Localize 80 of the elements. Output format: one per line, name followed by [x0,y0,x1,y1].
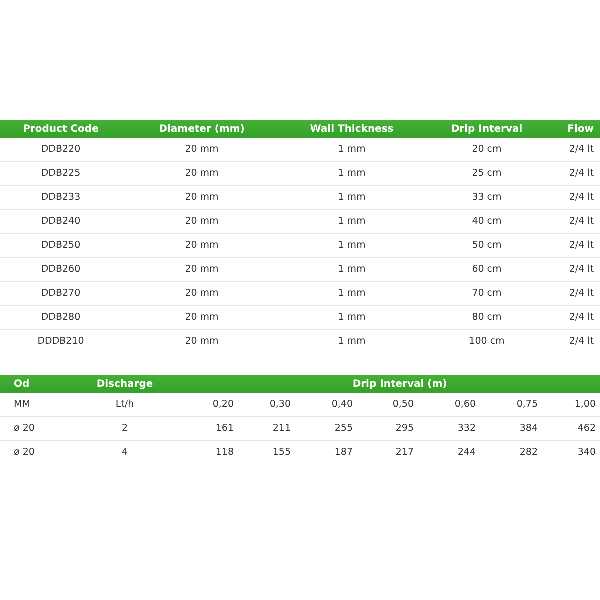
table-cell-text: 217 [394,446,415,460]
table-cell: 20 mm [122,306,282,330]
table-cell: 20 mm [122,282,282,306]
table-cell: 2/4 lt [552,186,600,210]
table-cell: 1 mm [282,306,422,330]
column-header: Drip Interval (m) [200,375,600,393]
table-cell-text: 282 [518,446,539,460]
table-cell-text: 340 [576,446,597,460]
table-cell-text: 155 [272,446,292,460]
table-cell: 0,20 [200,393,240,417]
table-cell: 295 [359,417,420,441]
table-cell: DDB240 [0,210,122,234]
table-cell: 20 cm [422,138,552,162]
table-cell: 1 mm [282,282,422,306]
table-cell: DDB280 [0,306,122,330]
table-cell-text: 20 mm [184,335,220,349]
table-cell-text: ø 20 [13,446,36,460]
table-cell: DDB220 [0,138,122,162]
table-cell: 2 [50,417,200,441]
table-cell-text: 1 mm [337,335,367,349]
table-cell: 1 mm [282,258,422,282]
table-cell: 0,75 [482,393,544,417]
table-cell: ø 20 [0,417,50,441]
table-cell: DDB233 [0,186,122,210]
table-cell: 20 mm [122,162,282,186]
table-cell: 1 mm [282,186,422,210]
column-header: Discharge [50,375,200,393]
column-header: Drip Interval [422,120,552,138]
table-cell: 20 mm [122,186,282,210]
table-cell: 2/4 lt [552,138,600,162]
table-cell: 20 mm [122,234,282,258]
table-cell: 60 cm [422,258,552,282]
table-cell: 33 cm [422,186,552,210]
table-cell: 0,50 [359,393,420,417]
table-cell: 1,00 [544,393,600,417]
table-cell: Lt/h [50,393,200,417]
table-cell: 2/4 lt [552,282,600,306]
table-cell: DDB260 [0,258,122,282]
table-cell: 332 [420,417,482,441]
table-cell: 0,60 [420,393,482,417]
table-cell: 2/4 lt [552,234,600,258]
table-cell: 80 cm [422,306,552,330]
table-cell: 1 mm [282,138,422,162]
table-cell: 20 mm [122,258,282,282]
table-cell-text: 2/4 lt [568,335,595,349]
column-header: Wall Thickness [282,120,422,138]
table-cell: 40 cm [422,210,552,234]
table-cell: 70 cm [422,282,552,306]
column-header: Diameter (mm) [122,120,282,138]
table-cell: 25 cm [422,162,552,186]
table-cell: 20 mm [122,138,282,162]
table-cell-text: 4 [120,446,130,460]
table-cell: 161 [200,417,240,441]
table-cell: 211 [240,417,297,441]
table-cell: 462 [544,417,600,441]
table-cell: 1 mm [282,162,422,186]
table-cell: DDB225 [0,162,122,186]
table-cell: DDB250 [0,234,122,258]
table-cell: 50 cm [422,234,552,258]
table-cell: 2/4 lt [552,306,600,330]
table-cell-text: DDDB210 [36,335,86,349]
table-cell: 2/4 lt [552,210,600,234]
table-cell: 0,40 [297,393,359,417]
table-cell: DDB270 [0,282,122,306]
column-header: Od [0,375,50,393]
table-cell: 1 mm [282,234,422,258]
table-cell: MM [0,393,50,417]
column-header: Flow [552,120,600,138]
column-header: Product Code [0,120,122,138]
table-cell: 2/4 lt [552,162,600,186]
table-cell-text: 118 [214,446,235,460]
table-cell: 20 mm [122,210,282,234]
table-cell-text: 187 [334,446,354,460]
table-cell: 255 [297,417,359,441]
table-cell: 384 [482,417,544,441]
table-cell-text: 244 [456,446,477,460]
table-cell-text: 100 cm [468,335,506,349]
table-cell: 0,30 [240,393,297,417]
table-cell: 2/4 lt [552,258,600,282]
table-cell: 1 mm [282,210,422,234]
